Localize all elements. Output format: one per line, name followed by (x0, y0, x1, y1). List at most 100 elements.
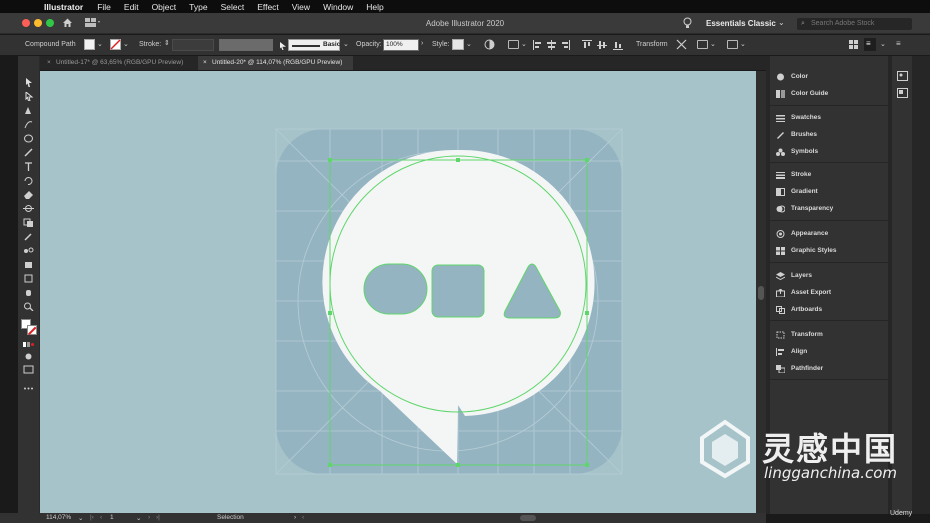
fill-swatch[interactable] (84, 39, 95, 50)
close-tab-icon[interactable]: × (203, 56, 207, 70)
menu-effect[interactable]: Effect (257, 2, 279, 12)
circle-cutout-shape[interactable] (363, 263, 427, 314)
panel-transform[interactable]: Transform (776, 329, 823, 341)
lightbulb-icon[interactable] (683, 17, 692, 29)
zoom-level-field[interactable]: 114,07% (46, 514, 71, 521)
opacity-arrow-icon[interactable]: › (421, 40, 423, 47)
panel-pathfinder[interactable]: Pathfinder (776, 363, 823, 375)
width-tool-icon[interactable] (23, 204, 34, 213)
panel-gradient[interactable]: Gradient (776, 186, 818, 198)
transform-button[interactable]: Transform (636, 41, 668, 48)
panel-layers[interactable]: Layers (776, 270, 812, 282)
direct-selection-tool-icon[interactable] (23, 92, 34, 101)
panel-align[interactable]: Align (776, 346, 807, 358)
stroke-dropdown-chevron-icon[interactable]: ⌄ (123, 40, 129, 48)
panel-asset-export[interactable]: Asset Export (776, 287, 831, 299)
panel-color-guide[interactable]: Color Guide (776, 88, 828, 100)
artboard-canvas[interactable] (40, 71, 756, 513)
brush-chevron-icon[interactable]: ⌄ (343, 40, 349, 48)
selection-tool-icon[interactable] (23, 78, 34, 87)
next-artboard-icon[interactable]: › (148, 514, 150, 521)
style-chevron-icon[interactable]: ⌄ (466, 40, 472, 48)
shape-options-chevron-icon[interactable]: ⌄ (710, 40, 716, 48)
tab-untitled-20[interactable]: × Untitled-20* @ 114,07% (RGB/GPU Previe… (198, 56, 353, 70)
pen-tool-icon[interactable] (23, 106, 34, 115)
close-tab-icon[interactable]: × (47, 56, 51, 70)
artboard-chevron-icon[interactable]: ⌄ (136, 514, 141, 522)
screen-mode-icon[interactable] (23, 365, 34, 374)
panel-layout-icon[interactable] (849, 40, 858, 49)
control-bar-chevron-icon[interactable]: ⌄ (880, 40, 886, 48)
fill-stroke-swatches[interactable] (21, 319, 37, 335)
blend-tool-icon[interactable] (23, 246, 34, 255)
recolor-artwork-icon[interactable] (484, 39, 495, 50)
properties-icon[interactable] (897, 88, 908, 98)
last-artboard-icon[interactable]: ›| (156, 514, 160, 521)
menu-view[interactable]: View (292, 2, 310, 12)
draw-mode-icon[interactable] (23, 352, 34, 361)
ellipse-tool-icon[interactable] (23, 134, 34, 143)
menu-edit[interactable]: Edit (124, 2, 139, 12)
status-arrow-icon[interactable]: › (294, 514, 296, 521)
app-menu[interactable]: Illustrator (44, 2, 83, 12)
arrange-icon[interactable] (727, 40, 738, 49)
panel-graphic-styles[interactable]: Graphic Styles (776, 245, 837, 257)
more-tools-icon[interactable] (23, 384, 34, 393)
search-adobe-stock-input[interactable]: ⌕ Search Adobe Stock (797, 18, 912, 30)
paintbrush-tool-icon[interactable] (23, 148, 34, 157)
panel-stroke[interactable]: Stroke (776, 169, 811, 181)
horizontal-scroll-thumb[interactable] (520, 515, 536, 521)
panel-appearance[interactable]: Appearance (776, 228, 828, 240)
align-to-icon[interactable] (508, 40, 519, 49)
menu-type[interactable]: Type (189, 2, 207, 12)
zoom-chevron-icon[interactable]: ⌄ (78, 514, 83, 522)
scroll-thumb[interactable] (758, 286, 764, 300)
workspace-switcher[interactable]: Essentials Classic (706, 19, 776, 28)
menu-object[interactable]: Object (152, 2, 177, 12)
tab-untitled-17[interactable]: × Untitled-17* @ 63,65% (RGB/GPU Preview… (42, 56, 196, 70)
eyedropper-tool-icon[interactable] (23, 232, 34, 241)
align-to-chevron-icon[interactable]: ⌄ (521, 40, 527, 48)
panel-brushes[interactable]: Brushes (776, 129, 817, 141)
menu-help[interactable]: Help (366, 2, 383, 12)
type-tool-icon[interactable] (23, 162, 34, 171)
panel-swatches[interactable]: Swatches (776, 112, 821, 124)
first-artboard-icon[interactable]: |‹ (90, 514, 94, 521)
panel-artboards[interactable]: Artboards (776, 304, 822, 316)
curvature-tool-icon[interactable] (23, 120, 34, 129)
panel-transparency[interactable]: Transparency (776, 203, 833, 215)
menu-window[interactable]: Window (323, 2, 353, 12)
status-scroll-left-icon[interactable]: ‹ (302, 514, 304, 521)
opacity-field[interactable]: 100% (383, 39, 419, 51)
variable-width-profile[interactable] (219, 39, 273, 51)
hand-tool-icon[interactable] (23, 288, 34, 297)
color-mode-buttons-icon[interactable] (23, 340, 34, 349)
square-cutout-shape[interactable] (432, 265, 484, 317)
panel-symbols[interactable]: Symbols (776, 146, 818, 158)
artboard-number-field[interactable]: 1 (110, 514, 114, 521)
menu-select[interactable]: Select (221, 2, 245, 12)
rotate-tool-icon[interactable] (23, 176, 34, 185)
arrange-chevron-icon[interactable]: ⌄ (740, 40, 746, 48)
symbol-sprayer-tool-icon[interactable] (23, 260, 34, 269)
panel-color[interactable]: Color (776, 71, 808, 83)
zoom-tool-icon[interactable] (23, 302, 34, 311)
previous-artboard-icon[interactable]: ‹ (100, 514, 102, 521)
shape-options-icon[interactable] (697, 40, 708, 49)
chevron-down-icon[interactable]: ⌄ (778, 18, 785, 27)
stroke-weight-field[interactable] (172, 39, 214, 51)
menu-file[interactable]: File (97, 2, 111, 12)
artboard-tool-icon[interactable] (23, 274, 34, 283)
shape-builder-tool-icon[interactable] (23, 218, 34, 227)
more-options-icon[interactable]: ≡ (896, 39, 901, 48)
eraser-tool-icon[interactable] (23, 190, 34, 199)
brush-definition-dropdown[interactable]: Basic (288, 39, 340, 51)
isolate-icon[interactable] (676, 39, 687, 50)
stroke-stepper-icon[interactable]: ⇕ (164, 39, 170, 47)
align-buttons-group[interactable] (533, 40, 625, 50)
fill-dropdown-chevron-icon[interactable]: ⌄ (97, 40, 103, 48)
libraries-icon[interactable] (897, 71, 908, 81)
stroke-none-swatch[interactable] (110, 39, 121, 50)
watermark-logo (700, 419, 750, 479)
graphic-style-swatch[interactable] (452, 39, 464, 50)
